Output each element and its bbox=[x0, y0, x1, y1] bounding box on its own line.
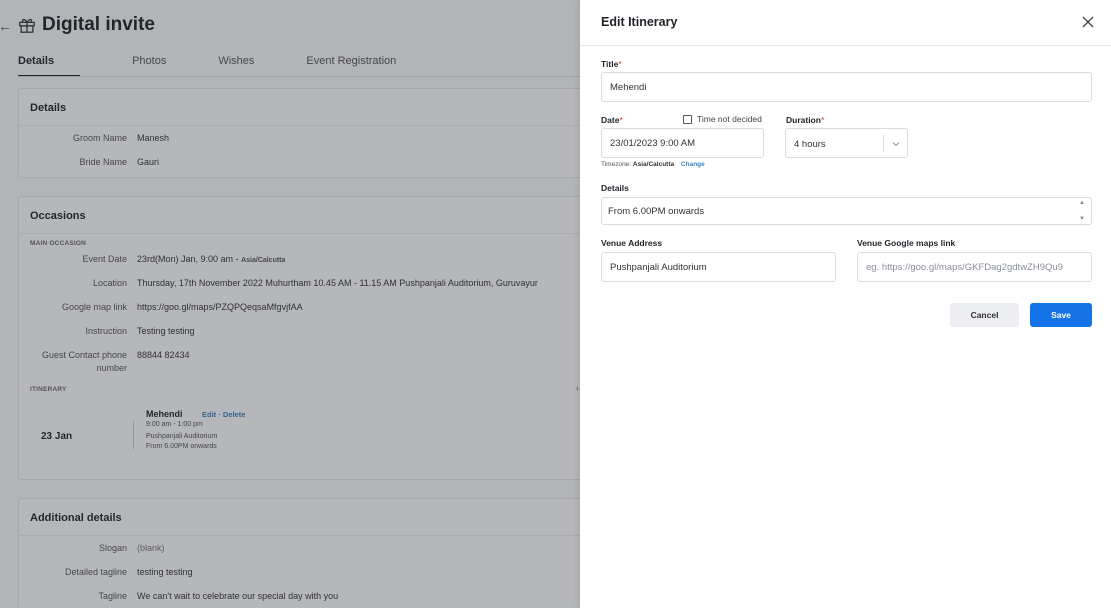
date-label: Date* bbox=[601, 115, 623, 125]
select-separator bbox=[883, 135, 884, 152]
label-text: Date bbox=[601, 115, 620, 125]
venue-address-label: Venue Address bbox=[601, 238, 663, 248]
chevron-down-icon[interactable] bbox=[890, 138, 902, 150]
time-not-decided-toggle[interactable]: Time not decided bbox=[683, 114, 762, 124]
title-input[interactable] bbox=[601, 72, 1092, 102]
drawer-title: Edit Itinerary bbox=[601, 15, 678, 29]
timezone-prefix: Timezone: bbox=[601, 161, 632, 168]
spinner-up-icon[interactable]: ▲ bbox=[1079, 200, 1085, 206]
modal-backdrop[interactable] bbox=[0, 0, 580, 608]
time-not-decided-checkbox[interactable] bbox=[683, 114, 692, 124]
timezone-value: Asia/Calcutta bbox=[632, 161, 675, 168]
details-input[interactable] bbox=[601, 197, 1092, 225]
drawer-header: Edit Itinerary bbox=[580, 0, 1111, 46]
date-input[interactable] bbox=[601, 128, 764, 158]
timezone-change-link[interactable]: Change bbox=[681, 161, 705, 168]
title-label: Title* bbox=[601, 59, 622, 69]
required-mark: * bbox=[619, 115, 623, 125]
close-icon[interactable] bbox=[1079, 13, 1097, 31]
time-not-decided-label: Time not decided bbox=[697, 114, 762, 124]
duration-label: Duration* bbox=[786, 115, 824, 125]
duration-select[interactable]: 4 hours bbox=[785, 128, 908, 158]
label-text: Title bbox=[601, 59, 619, 69]
venue-maps-link-input[interactable] bbox=[857, 252, 1092, 282]
cancel-button[interactable]: Cancel bbox=[950, 303, 1019, 327]
venue-address-input[interactable] bbox=[601, 252, 836, 282]
required-mark: * bbox=[820, 115, 825, 125]
duration-value: 4 hours bbox=[794, 139, 826, 150]
details-spinner[interactable]: ▲ ▼ bbox=[1077, 200, 1087, 222]
timezone-line: Timezone: Asia/Calcutta Change bbox=[601, 161, 705, 168]
label-text: Duration bbox=[786, 115, 821, 125]
details-label: Details bbox=[601, 183, 629, 193]
save-button[interactable]: Save bbox=[1030, 303, 1092, 327]
required-mark: * bbox=[618, 59, 622, 69]
venue-maps-link-label: Venue Google maps link bbox=[857, 238, 956, 248]
spinner-down-icon[interactable]: ▼ bbox=[1079, 216, 1085, 222]
